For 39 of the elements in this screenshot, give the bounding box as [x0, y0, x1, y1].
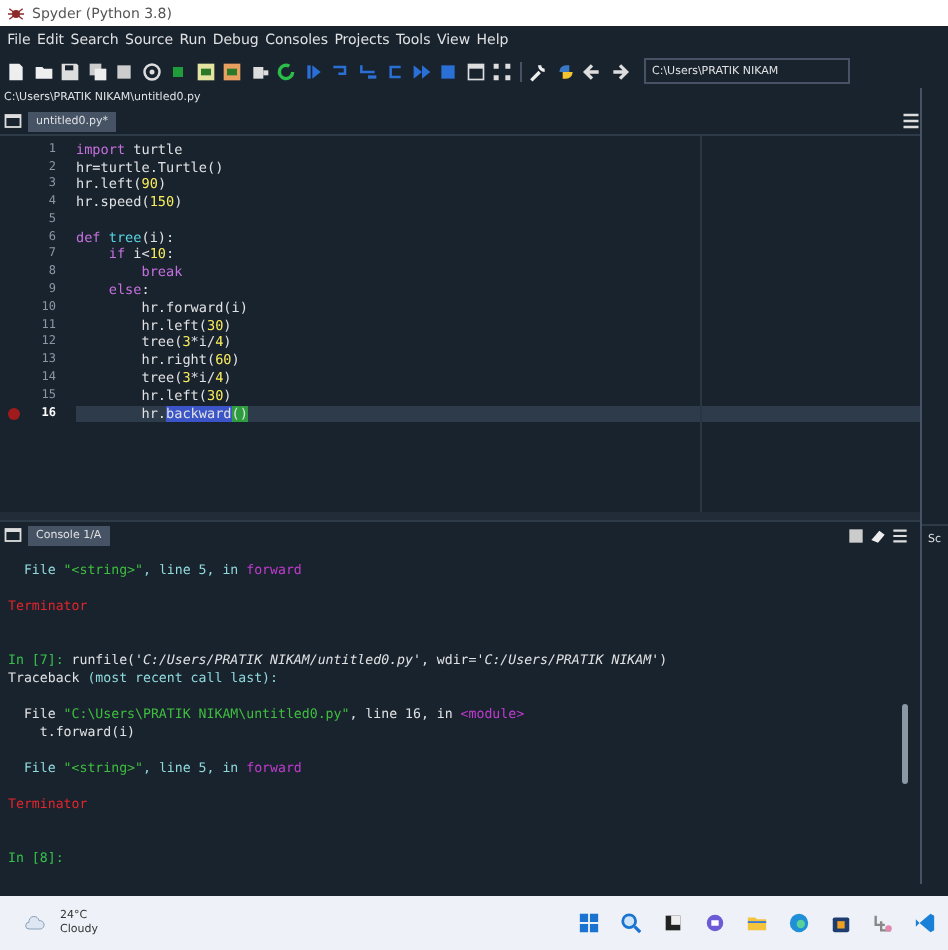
cloud-icon [20, 913, 48, 933]
rerun-icon[interactable] [276, 61, 296, 81]
forward-arrow-icon[interactable] [609, 61, 629, 81]
run-cell-icon[interactable] [195, 61, 215, 81]
back-arrow-icon[interactable] [582, 61, 602, 81]
fullscreen-icon[interactable] [492, 61, 512, 81]
wrench-icon[interactable] [528, 61, 548, 81]
menu-icon[interactable] [902, 112, 921, 131]
save-icon[interactable] [60, 61, 80, 81]
step-return-icon[interactable] [384, 61, 404, 81]
debug-icon[interactable] [303, 61, 323, 81]
folder-icon[interactable] [33, 61, 53, 81]
save-all-icon[interactable] [87, 61, 107, 81]
spider-icon [8, 5, 24, 21]
breakpoint-dot[interactable] [8, 408, 20, 421]
chat-icon[interactable] [704, 912, 726, 934]
new-file-icon[interactable] [6, 61, 26, 81]
stop-icon[interactable] [848, 527, 865, 544]
task-view-icon[interactable] [662, 912, 684, 934]
step-icon[interactable] [330, 61, 350, 81]
menu-icon[interactable] [892, 527, 909, 544]
run-cell-advance-icon[interactable] [222, 61, 242, 81]
code-editor-icon[interactable] [914, 912, 936, 934]
square-icon[interactable] [114, 61, 134, 81]
pane-icon [4, 112, 22, 131]
eraser-icon[interactable] [870, 527, 887, 544]
pane-icon [4, 526, 22, 545]
scrollbar-thumb[interactable] [902, 704, 909, 784]
search-icon[interactable] [620, 912, 642, 934]
run-selection-icon[interactable] [249, 61, 269, 81]
python-icon[interactable] [555, 61, 575, 81]
store-icon[interactable] [830, 912, 852, 934]
snipping-icon[interactable] [872, 912, 894, 934]
step-into-icon[interactable] [357, 61, 377, 81]
browser-icon[interactable] [788, 912, 810, 934]
continue-icon[interactable] [411, 61, 431, 81]
run-icon[interactable] [168, 61, 188, 81]
start-icon[interactable] [578, 912, 600, 934]
window-icon[interactable] [465, 61, 485, 81]
